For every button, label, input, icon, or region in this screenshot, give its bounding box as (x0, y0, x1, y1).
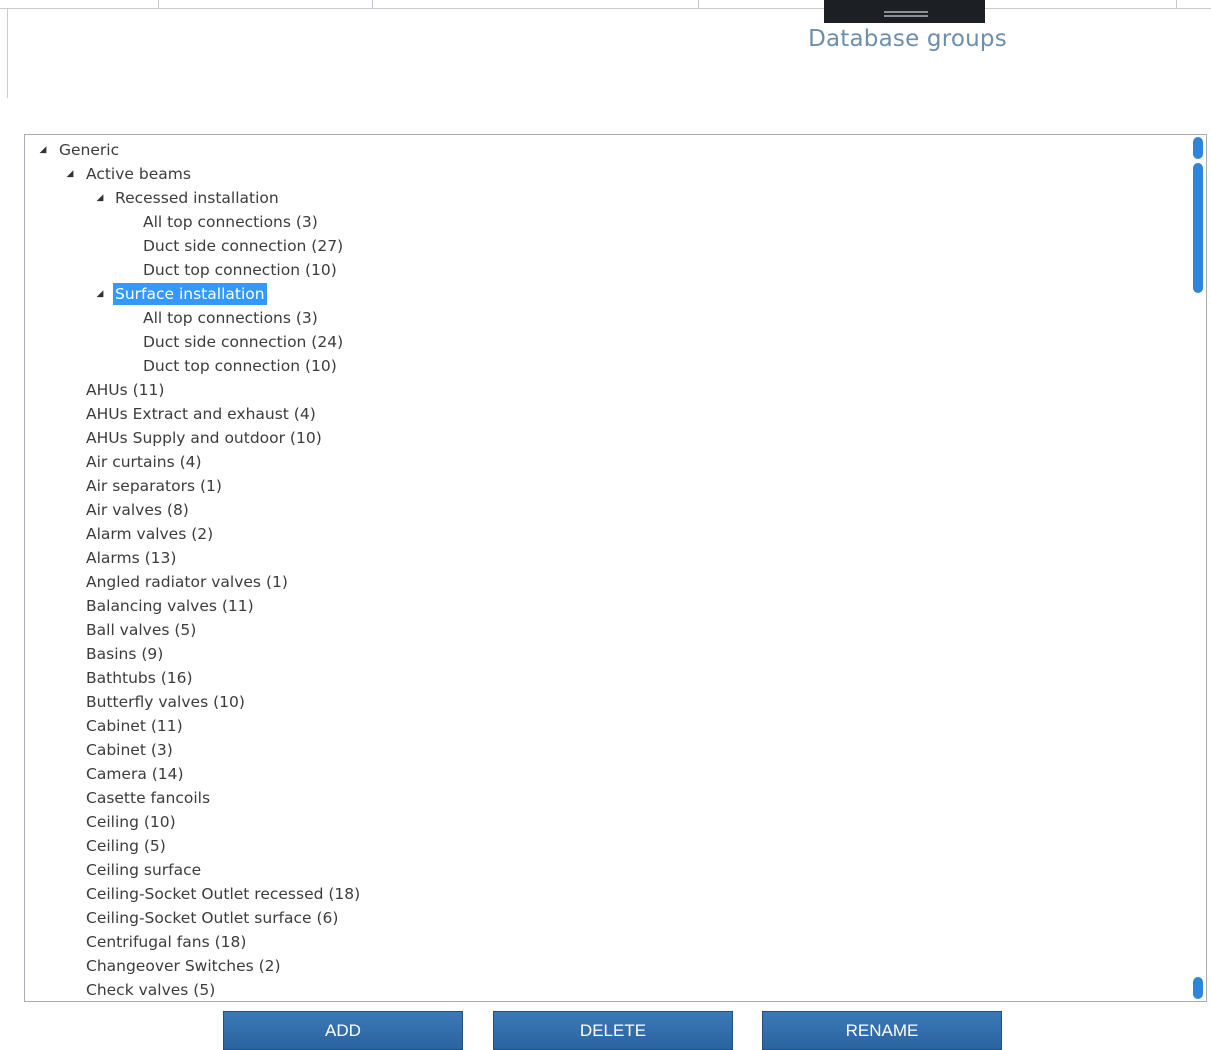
database-groups-page: Database groups ◢ Generic ◢ Active beams ◢ Re… (0, 0, 1211, 1050)
menu-handle[interactable] (824, 0, 985, 23)
tree-node[interactable]: Bathtubs (16) (25, 666, 1185, 690)
tree-node[interactable]: AHUs (11) (25, 378, 1185, 402)
tree-node-label[interactable]: Balancing valves (11) (84, 595, 256, 617)
tree-node-label[interactable]: Butterfly valves (10) (84, 691, 247, 713)
tree-node-label[interactable]: Active beams (84, 163, 193, 185)
tree-node[interactable]: Duct top connection (10) (25, 354, 1185, 378)
tree-node-label[interactable]: Changeover Switches (2) (84, 955, 283, 977)
tree-node[interactable]: Centrifugal fans (18) (25, 930, 1185, 954)
menu-grip-icon (884, 15, 928, 17)
tree-node-label[interactable]: Angled radiator valves (1) (84, 571, 290, 593)
tree-node[interactable]: ◢ Generic (25, 138, 1185, 162)
tree-node[interactable]: Changeover Switches (2) (25, 954, 1185, 978)
tree-node-label[interactable]: Ceiling-Socket Outlet surface (6) (84, 907, 340, 929)
expand-arrow-icon[interactable]: ◢ (65, 162, 75, 186)
tree-node[interactable]: Ceiling-Socket Outlet recessed (18) (25, 882, 1185, 906)
tree-node[interactable]: Butterfly valves (10) (25, 690, 1185, 714)
tree-node-label[interactable]: Bathtubs (16) (84, 667, 195, 689)
divider (7, 8, 8, 98)
tree-node-label[interactable]: Air curtains (4) (84, 451, 204, 473)
tree-node-label[interactable]: Alarm valves (2) (84, 523, 215, 545)
tree-node[interactable]: Casette fancoils (25, 786, 1185, 810)
tab-divider (372, 0, 373, 8)
tree-node[interactable]: Air valves (8) (25, 498, 1185, 522)
tree-node-label[interactable]: Cabinet (3) (84, 739, 175, 761)
tree-node-label[interactable]: Air valves (8) (84, 499, 191, 521)
tree-node[interactable]: Ball valves (5) (25, 618, 1185, 642)
tree-node-label[interactable]: Recessed installation (113, 187, 281, 209)
tree-node[interactable]: Duct top connection (10) (25, 258, 1185, 282)
tab-divider (698, 0, 699, 8)
expand-arrow-icon[interactable]: ◢ (95, 186, 105, 210)
tree-node-label[interactable]: Ceiling (5) (84, 835, 168, 857)
expand-arrow-icon[interactable]: ◢ (38, 138, 48, 162)
tree-node-label[interactable]: Duct top connection (10) (141, 355, 339, 377)
top-tab-strip (0, 0, 1211, 23)
tree-node-label[interactable]: Generic (57, 139, 121, 161)
page-title: Database groups (808, 26, 1007, 52)
tree-node-label[interactable]: AHUs Extract and exhaust (4) (84, 403, 318, 425)
tree-node-label[interactable]: Duct top connection (10) (141, 259, 339, 281)
tree-node-label[interactable]: Surface installation (113, 283, 267, 305)
tree-node[interactable]: Check valves (5) (25, 978, 1185, 1001)
expand-arrow-icon[interactable]: ◢ (95, 282, 105, 306)
menu-grip-icon (884, 11, 928, 13)
tree-node[interactable]: Basins (9) (25, 642, 1185, 666)
tree-node[interactable]: Balancing valves (11) (25, 594, 1185, 618)
scroll-thumb[interactable] (1193, 163, 1203, 293)
tree-node-label[interactable]: Check valves (5) (84, 979, 217, 1001)
tree-node-label[interactable]: All top connections (3) (141, 211, 320, 233)
tree-node-label[interactable]: Ceiling (10) (84, 811, 178, 833)
scroll-up-button[interactable] (1193, 137, 1203, 159)
tree-node[interactable]: Cabinet (11) (25, 714, 1185, 738)
tree-node-label[interactable]: Duct side connection (24) (141, 331, 345, 353)
tree-node[interactable]: Cabinet (3) (25, 738, 1185, 762)
tree-node[interactable]: Ceiling surface (25, 858, 1185, 882)
tree-node-label[interactable]: Alarms (13) (84, 547, 178, 569)
tree-node[interactable]: All top connections (3) (25, 306, 1185, 330)
tree-content: ◢ Generic ◢ Active beams ◢ Recessed installat… (25, 138, 1185, 1001)
tree-node[interactable]: Ceiling-Socket Outlet surface (6) (25, 906, 1185, 930)
tree-node-label[interactable]: Ceiling-Socket Outlet recessed (18) (84, 883, 362, 905)
tree-node-label[interactable]: Basins (9) (84, 643, 165, 665)
tree-node[interactable]: Air separators (1) (25, 474, 1185, 498)
tree-node[interactable]: ◢ Recessed installation (25, 186, 1185, 210)
tree-node[interactable]: Angled radiator valves (1) (25, 570, 1185, 594)
group-tree[interactable]: ◢ Generic ◢ Active beams ◢ Recessed installat… (24, 134, 1207, 1002)
tree-node[interactable]: Duct side connection (27) (25, 234, 1185, 258)
tree-node[interactable]: Ceiling (10) (25, 810, 1185, 834)
tree-node[interactable]: Camera (14) (25, 762, 1185, 786)
tab-divider (1176, 0, 1177, 8)
tree-node-label[interactable]: Centrifugal fans (18) (84, 931, 248, 953)
tree-node-label[interactable]: Air separators (1) (84, 475, 224, 497)
tree-node-label[interactable]: Ball valves (5) (84, 619, 198, 641)
tree-node[interactable]: ◢ Surface installation (25, 282, 1185, 306)
tree-node[interactable]: Alarms (13) (25, 546, 1185, 570)
tab-divider (158, 0, 159, 8)
delete-button[interactable]: DELETE (493, 1011, 733, 1050)
tree-node-label[interactable]: AHUs Supply and outdoor (10) (84, 427, 324, 449)
tree-node-label[interactable]: Ceiling surface (84, 859, 203, 881)
tree-node[interactable]: Ceiling (5) (25, 834, 1185, 858)
tree-node[interactable]: Duct side connection (24) (25, 330, 1185, 354)
tree-node-label[interactable]: Duct side connection (27) (141, 235, 345, 257)
vertical-scrollbar[interactable] (1190, 135, 1206, 1001)
add-button[interactable]: ADD (223, 1011, 463, 1050)
tree-node[interactable]: All top connections (3) (25, 210, 1185, 234)
tree-node[interactable]: Air curtains (4) (25, 450, 1185, 474)
tree-node[interactable]: AHUs Supply and outdoor (10) (25, 426, 1185, 450)
tree-node-label[interactable]: AHUs (11) (84, 379, 166, 401)
tree-node[interactable]: ◢ Active beams (25, 162, 1185, 186)
tree-node-label[interactable]: Cabinet (11) (84, 715, 185, 737)
rename-button[interactable]: RENAME (762, 1011, 1002, 1050)
scroll-down-button[interactable] (1193, 977, 1203, 999)
tree-node[interactable]: Alarm valves (2) (25, 522, 1185, 546)
tree-node-label[interactable]: Camera (14) (84, 763, 186, 785)
tree-node-label[interactable]: All top connections (3) (141, 307, 320, 329)
tree-node-label[interactable]: Casette fancoils (84, 787, 212, 809)
tree-node[interactable]: AHUs Extract and exhaust (4) (25, 402, 1185, 426)
